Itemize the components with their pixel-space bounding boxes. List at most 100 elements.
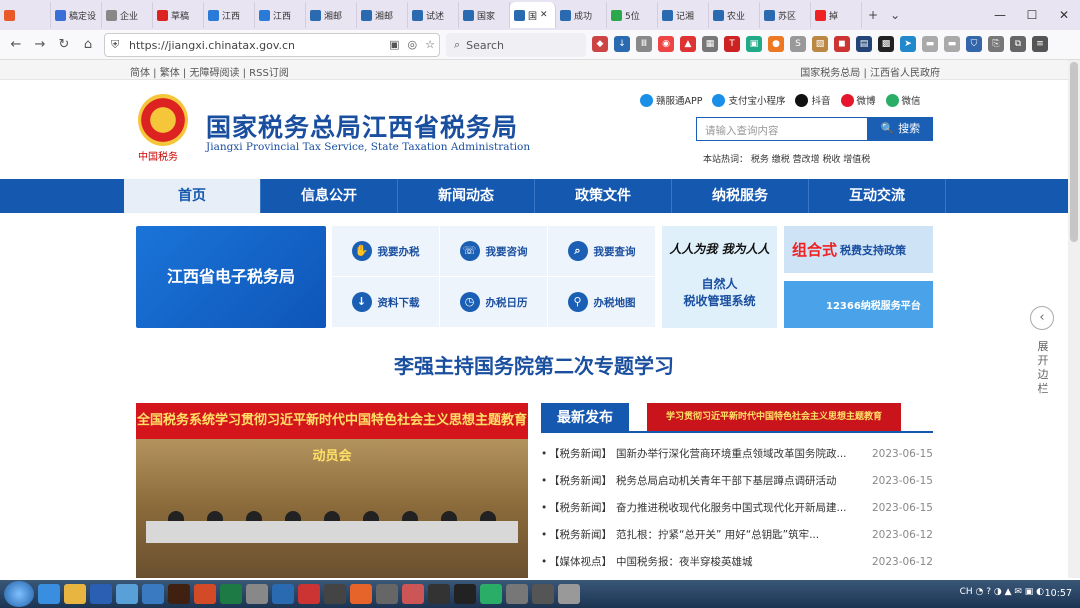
menu-icon[interactable]: ≡ [1032, 36, 1048, 52]
ext-6-icon[interactable]: ● [768, 36, 784, 52]
illustrator-icon[interactable] [168, 584, 190, 604]
library-icon[interactable]: Ⅲ [636, 36, 652, 52]
language-links[interactable]: 简体 | 繁体 | 无障碍阅读 | RSS订阅 [130, 64, 289, 79]
browser-tab-0[interactable] [0, 2, 51, 28]
app-1-icon[interactable] [116, 584, 138, 604]
download-icon[interactable]: ↓ [614, 36, 630, 52]
ext-9-icon[interactable]: ◼ [834, 36, 850, 52]
explorer-icon[interactable] [64, 584, 86, 604]
social-link-4[interactable]: 微信 [885, 93, 921, 107]
ext-11-icon[interactable]: ▩ [878, 36, 894, 52]
tab-latest[interactable]: 最新发布 [541, 403, 629, 433]
ext-1-icon[interactable]: ◉ [658, 36, 674, 52]
12366-service-banner[interactable]: 12366纳税服务平台 [784, 281, 933, 328]
expand-sidebar[interactable]: ‹ 展开边栏 [1030, 306, 1056, 396]
service-2[interactable]: ⌕ 我要查询 [548, 226, 656, 277]
news-row[interactable]: • 【税务新闻】 国新办举行深化营商环境重点领域改革国务院政... 2023-06-1… [541, 440, 933, 467]
firefox-icon[interactable] [350, 584, 372, 604]
social-link-1[interactable]: 支付宝小程序 [712, 93, 785, 107]
browser-tab-13[interactable]: 记湘 [658, 2, 709, 28]
news-title[interactable]: 国新办举行深化营商环境重点领域改革国务院政... [616, 446, 871, 461]
new-tab-button[interactable]: + [862, 8, 884, 22]
service-0[interactable]: ✋ 我要办税 [332, 226, 440, 277]
ext-4-icon[interactable]: T [724, 36, 740, 52]
tax-support-policy-banner[interactable]: 组合式 税费支持政策 [784, 226, 933, 273]
app-9-icon[interactable] [428, 584, 450, 604]
app-10-icon[interactable] [506, 584, 528, 604]
external-links[interactable]: 国家税务总局 | 江西省人民政府 [800, 64, 940, 79]
tab-close-icon[interactable]: ✕ [540, 10, 548, 20]
browser-tab-8[interactable]: 试述 [408, 2, 459, 28]
reload-icon[interactable]: ↻ [52, 37, 76, 52]
word-icon[interactable] [90, 584, 112, 604]
browser-tab-6[interactable]: 湘邮 [306, 2, 357, 28]
app-5-icon[interactable] [298, 584, 320, 604]
browser-tab-10[interactable]: 国 ✕ [510, 2, 556, 28]
news-row[interactable]: • 【税务新闻】 奋力推进税收现代化服务中国式现代化开新局建... 2023-06-1… [541, 494, 933, 521]
app-6-icon[interactable] [324, 584, 346, 604]
ext-10-icon[interactable]: ▤ [856, 36, 872, 52]
maximize-button[interactable]: ☐ [1016, 8, 1048, 22]
ext-14-icon[interactable]: ▬ [944, 36, 960, 52]
headline-link[interactable]: 李强主持国务院第二次专题学习 [0, 350, 1068, 379]
service-5[interactable]: ⚲ 办税地图 [548, 277, 656, 328]
news-photo[interactable]: 全国税务系统学习贯彻习近平新时代中国特色社会主义思想主题教育动员会 [136, 403, 528, 578]
pocket-icon[interactable]: ◆ [592, 36, 608, 52]
browser-tab-5[interactable]: 江西 [255, 2, 306, 28]
news-title[interactable]: 范扎根：拧紧“总开关” 用好“总钥匙”筑牢... [616, 527, 871, 542]
nav-item-3[interactable]: 政策文件 [535, 179, 672, 213]
app-12-icon[interactable] [558, 584, 580, 604]
site-title[interactable]: 国家税务总局江西省税务局 [206, 108, 518, 144]
tab-list-chevron-icon[interactable]: ⌄ [884, 8, 906, 22]
ext-13-icon[interactable]: ▬ [922, 36, 938, 52]
minimize-button[interactable]: — [984, 8, 1016, 22]
news-row[interactable]: • 【媒体视点】 中国税务报：夜半穿梭英雄城 2023-06-12 [541, 548, 933, 575]
home-icon[interactable]: ⌂ [76, 37, 100, 52]
ext-8-icon[interactable]: ▧ [812, 36, 828, 52]
chevron-left-icon[interactable]: ‹ [1030, 306, 1054, 330]
app-3-icon[interactable] [246, 584, 268, 604]
browser-tab-9[interactable]: 国家 [459, 2, 510, 28]
news-row[interactable]: • 【税务新闻】 范扎根：拧紧“总开关” 用好“总钥匙”筑牢... 2023-06-1… [541, 521, 933, 548]
shield-icon[interactable]: ⛨ [111, 38, 119, 52]
system-tray[interactable]: CH ◔ ? ◑ ▲ ✉ ▣ ◐ [960, 587, 1044, 597]
browser-tab-15[interactable]: 苏区 [760, 2, 811, 28]
browser-tab-7[interactable]: 湘邮 [357, 2, 408, 28]
ppt-icon[interactable] [194, 584, 216, 604]
browser-tab-14[interactable]: 农业 [709, 2, 760, 28]
service-1[interactable]: ☏ 我要咨询 [440, 226, 548, 277]
ext-7-icon[interactable]: S [790, 36, 806, 52]
extension-icon[interactable]: ◎ [408, 38, 418, 51]
browser-tab-1[interactable]: 稿定设 [51, 2, 102, 28]
news-title[interactable]: 税务总局启动机关青年干部下基层蹲点调研活动 [616, 473, 871, 488]
ext-17-icon[interactable]: ⧉ [1010, 36, 1026, 52]
clock[interactable]: 10:57 [1045, 588, 1072, 599]
qr-icon[interactable]: ▣ [389, 38, 399, 51]
excel-icon[interactable] [220, 584, 242, 604]
address-bar[interactable]: ⛨ https://jiangxi.chinatax.gov.cn ▣ ◎ ☆ [104, 33, 440, 57]
browser-tab-3[interactable]: 草稿 [153, 2, 204, 28]
app-2-icon[interactable] [142, 584, 164, 604]
news-title[interactable]: 中国税务报：夜半穿梭英雄城 [616, 554, 871, 569]
browser-tab-12[interactable]: 5位 [607, 2, 658, 28]
browser-tab-2[interactable]: 企业 [102, 2, 153, 28]
nav-item-5[interactable]: 互动交流 [809, 179, 946, 213]
app-4-icon[interactable] [272, 584, 294, 604]
nav-item-0[interactable]: 首页 [124, 179, 261, 213]
hot-keywords[interactable]: 本站热词： 税务 缴税 营改增 税收 增值税 [703, 152, 870, 165]
ext-3-icon[interactable]: ▦ [702, 36, 718, 52]
ext-12-icon[interactable]: ➤ [900, 36, 916, 52]
close-window-button[interactable]: ✕ [1048, 8, 1080, 22]
site-search-button[interactable]: 🔍 搜索 [868, 117, 933, 141]
app-8-icon[interactable] [402, 584, 424, 604]
site-search-input[interactable]: 请输入查询内容 [696, 117, 868, 141]
nav-item-4[interactable]: 纳税服务 [672, 179, 809, 213]
back-icon[interactable]: ← [4, 37, 28, 52]
ie-icon[interactable] [38, 584, 60, 604]
ext-5-icon[interactable]: ▣ [746, 36, 762, 52]
ext-2-icon[interactable]: ▲ [680, 36, 696, 52]
scrollbar-thumb[interactable] [1070, 62, 1078, 242]
social-link-2[interactable]: 抖音 [795, 93, 831, 107]
app-7-icon[interactable] [376, 584, 398, 604]
wechat-icon[interactable] [480, 584, 502, 604]
